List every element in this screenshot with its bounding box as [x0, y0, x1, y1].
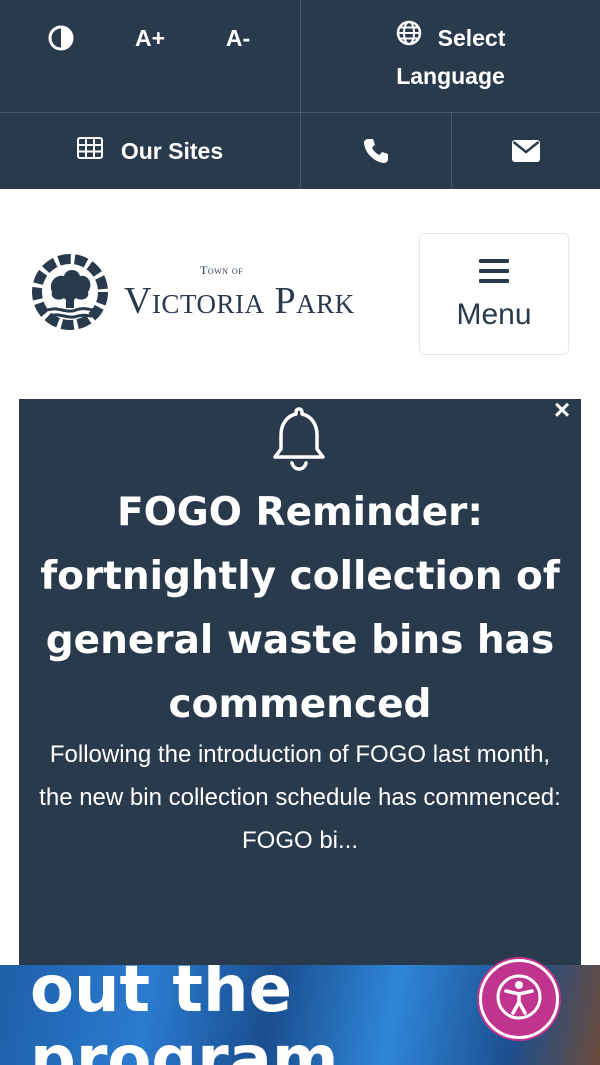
utility-row-accessibility: A+ A- Select Language: [0, 0, 600, 113]
menu-label: Menu: [456, 297, 532, 331]
globe-icon: [396, 19, 422, 57]
grid-icon: [76, 137, 103, 165]
alert-popup: × FOGO Reminder: fortnightly collection …: [19, 396, 581, 965]
select-language-button[interactable]: Select Language: [301, 0, 600, 113]
font-increase-button[interactable]: A+: [120, 18, 180, 58]
utility-row-links: Our Sites: [0, 113, 600, 189]
logo-emblem-icon: [30, 252, 110, 337]
accessibility-icon: [495, 973, 543, 1026]
contrast-toggle-button[interactable]: [30, 18, 92, 58]
select-language-label-2: Language: [396, 62, 505, 89]
logo-text-small: Town of: [200, 263, 244, 277]
site-logo[interactable]: Town of Victoria Park: [30, 249, 354, 339]
top-utility-bar: A+ A- Select Language Our Sites: [0, 0, 600, 189]
select-language-label: Select: [437, 24, 506, 51]
close-button[interactable]: ×: [549, 396, 575, 424]
menu-button[interactable]: Menu: [419, 233, 569, 355]
our-sites-label: Our Sites: [120, 137, 224, 164]
alert-title[interactable]: FOGO Reminder: fortnightly collection of…: [39, 481, 561, 737]
our-sites-button[interactable]: Our Sites: [0, 113, 300, 189]
bell-icon: [269, 405, 329, 476]
alert-body: Following the introduction of FOGO last …: [39, 741, 561, 854]
hamburger-icon: [478, 257, 510, 290]
site-header: Town of Victoria Park Menu: [0, 189, 600, 399]
phone-button[interactable]: [301, 113, 451, 189]
email-button[interactable]: [452, 113, 600, 189]
envelope-icon: [512, 140, 540, 162]
phone-icon: [362, 137, 390, 165]
logo-text-big: Victoria Park: [124, 280, 355, 322]
contrast-icon: [48, 25, 74, 51]
logo-text: Town of Victoria Park: [124, 263, 355, 323]
accessibility-button[interactable]: [479, 959, 559, 1039]
font-decrease-button[interactable]: A-: [208, 18, 268, 58]
